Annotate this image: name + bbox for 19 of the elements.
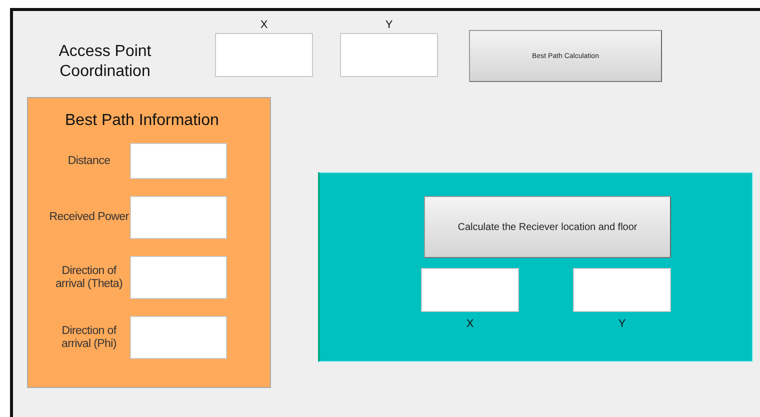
field-label: Distance	[66, 154, 112, 168]
input-field[interactable]	[573, 268, 671, 312]
field-label: X	[466, 318, 474, 330]
panel-title: Best Path Information	[65, 111, 220, 131]
input-field[interactable]	[130, 143, 227, 179]
field-label: Direction of arrival (Phi)	[60, 324, 118, 350]
field-label: Y	[618, 318, 626, 330]
field-label: X	[260, 19, 268, 33]
input-field[interactable]	[215, 33, 313, 77]
calculate-button[interactable]: Calculate the Reciever location and floor	[424, 196, 671, 258]
field-label: Received Power	[48, 211, 130, 224]
input-field[interactable]	[130, 316, 227, 359]
input-field[interactable]	[130, 256, 227, 299]
input-field[interactable]	[340, 33, 438, 77]
field-label: Direction of arrival (Theta)	[54, 264, 124, 290]
input-field[interactable]	[130, 196, 227, 239]
input-field[interactable]	[421, 268, 519, 312]
field-label: Y	[385, 19, 393, 33]
field-label: Access Point Coordination	[58, 42, 152, 82]
